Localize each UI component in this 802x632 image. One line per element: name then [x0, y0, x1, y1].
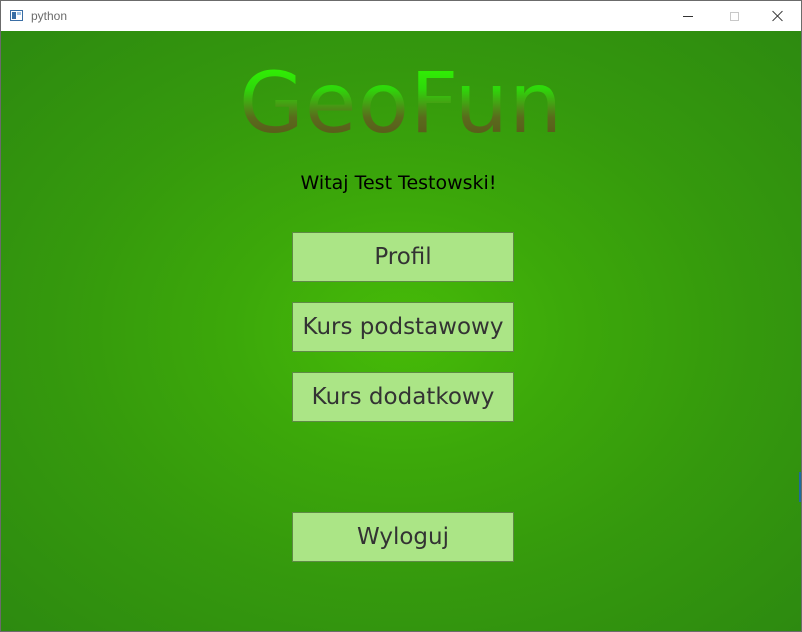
maximize-button[interactable]	[711, 1, 757, 31]
app-icon	[10, 10, 23, 21]
app-logo: GeoFun	[1, 55, 801, 151]
welcome-message: Witaj Test Testowski!	[300, 172, 497, 194]
profile-button[interactable]: Profil	[292, 232, 514, 282]
maximize-icon	[729, 11, 739, 21]
close-icon	[772, 10, 784, 22]
extra-course-button[interactable]: Kurs dodatkowy	[292, 372, 514, 422]
minimize-button[interactable]	[665, 1, 711, 31]
basic-course-button[interactable]: Kurs podstawowy	[292, 302, 514, 352]
logout-button[interactable]: Wyloguj	[292, 512, 514, 562]
minimize-icon	[683, 15, 693, 17]
main-content: GeoFun Witaj Test Testowski! Profil Kurs…	[1, 31, 801, 631]
app-window: python GeoFun Witaj Test Testowski! Prof…	[0, 0, 802, 632]
close-button[interactable]	[755, 1, 801, 31]
window-edge-marker	[799, 472, 801, 502]
window-title: python	[31, 9, 68, 23]
title-bar[interactable]: python	[1, 1, 801, 31]
